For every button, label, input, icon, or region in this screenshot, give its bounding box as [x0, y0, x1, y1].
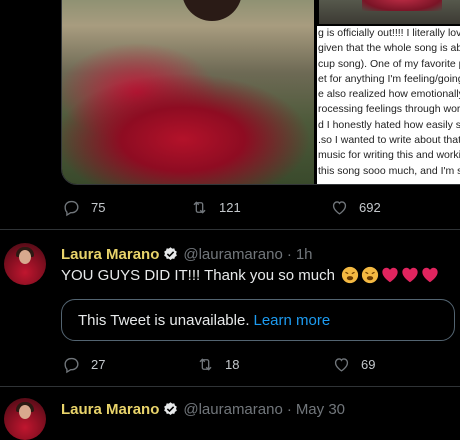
like-count: 69: [361, 357, 376, 372]
caption-line: this song sooo much, and I'm so ha: [318, 164, 460, 177]
retweet-button[interactable]: 121: [190, 198, 241, 217]
tweet-divider: [0, 229, 460, 230]
heart-icon: [332, 201, 347, 215]
author-handle[interactable]: @lauramarano: [183, 401, 282, 418]
header-separator: ·: [286, 245, 292, 263]
caption-line: e also realized how emotionally exh: [318, 88, 460, 101]
like-button[interactable]: 69: [332, 355, 375, 374]
tweet-text: YOU GUYS DID IT!!! Thank you so much: [61, 264, 439, 286]
retweet-icon: [199, 358, 212, 371]
red-heart-icon: [382, 267, 398, 283]
tweet-header: Laura Marano @lauramarano · May 30: [61, 399, 345, 419]
reply-button[interactable]: 75: [62, 198, 105, 217]
avatar-detail: [19, 250, 31, 264]
tired-face-icon: [341, 266, 359, 284]
tired-face-icon: [361, 266, 379, 284]
verified-badge-icon: [164, 401, 178, 415]
quoted-tweet-card[interactable]: This Tweet is unavailable. Learn more: [61, 299, 455, 341]
heart-icon: [334, 358, 349, 372]
red-heart-icon: [402, 267, 418, 283]
tweet-timestamp[interactable]: 1h: [296, 246, 313, 263]
retweet-icon: [193, 201, 206, 214]
retweet-button[interactable]: 18: [196, 355, 239, 374]
reply-button[interactable]: 27: [62, 355, 105, 374]
author-name[interactable]: Laura Marano: [61, 246, 159, 263]
tweet-photo[interactable]: [62, 0, 314, 184]
reply-count: 75: [91, 200, 106, 215]
retweet-count: 121: [219, 200, 241, 215]
caption-line: music for writing this and working o: [318, 149, 460, 162]
tweet-media-card[interactable]: g is officially out!!!! I literally love…: [61, 0, 460, 185]
reply-count: 27: [91, 357, 106, 372]
unavailable-message: This Tweet is unavailable.: [78, 311, 250, 329]
header-separator: ·: [286, 400, 292, 418]
tweet-text-content: YOU GUYS DID IT!!! Thank you so much: [61, 266, 335, 284]
reply-icon: [64, 200, 79, 217]
tweet-timestamp[interactable]: May 30: [296, 401, 345, 418]
tweet-header: Laura Marano @lauramarano · 1h: [61, 244, 313, 264]
author-handle[interactable]: @lauramarano: [183, 246, 282, 263]
caption-line: d I honestly hated how easily sad sc: [318, 118, 460, 131]
author-name[interactable]: Laura Marano: [61, 401, 159, 418]
like-count: 692: [359, 200, 381, 215]
retweet-count: 18: [225, 357, 240, 372]
avatar-detail: [19, 405, 31, 419]
caption-line: .so I wanted to write about that 😊: [318, 134, 460, 147]
like-button[interactable]: 692: [330, 198, 381, 217]
caption-line: g is officially out!!!! I literally love…: [318, 27, 460, 39]
avatar[interactable]: [4, 243, 46, 285]
learn-more-link[interactable]: Learn more: [253, 312, 330, 329]
caption-image[interactable]: g is officially out!!!! I literally love…: [317, 26, 460, 184]
thumbnail-detail: [362, 0, 442, 11]
caption-line: cup song). One of my favorite parts: [318, 57, 460, 70]
verified-badge-icon: [164, 246, 178, 260]
tweet-divider: [0, 386, 460, 387]
caption-line: rocessing feelings through work. I h: [318, 103, 460, 116]
caption-line: et for anything I'm feeling/going thro: [318, 72, 460, 85]
caption-line: given that the whole song is about m: [318, 42, 460, 55]
avatar[interactable]: [4, 398, 46, 440]
red-heart-icon: [422, 267, 438, 283]
photo-detail: [182, 0, 242, 21]
reply-icon: [64, 357, 79, 374]
